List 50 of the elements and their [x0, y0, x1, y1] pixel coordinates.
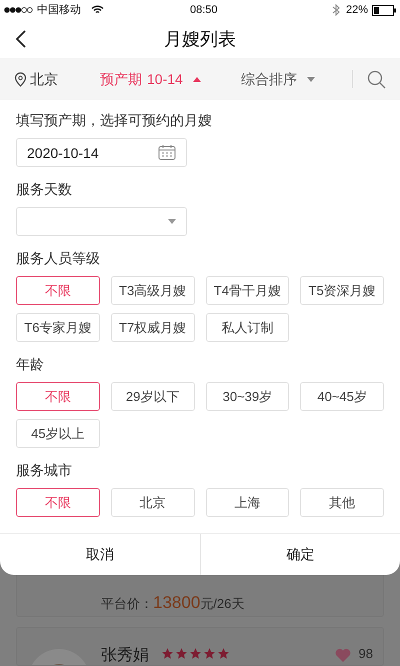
filter-chip[interactable]: T4骨干月嫂 [206, 276, 290, 305]
location-pin-icon [14, 72, 27, 86]
signal-icon [4, 7, 33, 13]
filter-chip[interactable]: 私人订制 [206, 313, 290, 342]
like-count: 98 [358, 644, 373, 662]
platform-price: 平台价：13800元/26天 [101, 592, 244, 614]
due-date-filter[interactable]: 预产期 10-14 [100, 68, 183, 90]
caret-down-icon [168, 219, 176, 224]
filter-chip[interactable]: T6专家月嫂 [16, 313, 100, 342]
page-title: 月嫂列表 [164, 28, 236, 50]
filter-chip[interactable]: T5资深月嫂 [300, 276, 384, 305]
filter-chip[interactable]: 不限 [16, 276, 100, 305]
filter-chip[interactable]: T7权威月嫂 [110, 313, 194, 342]
carrier-name: 中国移动 [37, 2, 81, 18]
search-icon[interactable] [367, 70, 386, 88]
filter-chip[interactable]: 北京 [110, 488, 194, 517]
section-label: 服务天数 [16, 180, 73, 199]
star-icon [203, 646, 216, 660]
bluetooth-icon [332, 4, 340, 16]
filter-chip[interactable]: 上海 [206, 488, 290, 517]
filter-chip[interactable]: T3高级月嫂 [110, 276, 194, 305]
clock-time: 08:50 [190, 2, 218, 18]
calendar-icon [158, 144, 176, 161]
battery-percent: 22% [346, 2, 368, 18]
section-label: 填写预产期，选择可预约的月嫂 [16, 111, 213, 130]
filter-chip[interactable]: 45岁以上 [16, 419, 100, 448]
star-icon [161, 646, 174, 660]
caregiver-name: 张秀娟 [101, 646, 149, 666]
filter-chip[interactable]: 40~45岁 [300, 382, 384, 411]
location-filter[interactable]: 北京 [30, 68, 58, 90]
caret-down-icon [306, 76, 315, 82]
battery-icon [372, 4, 396, 16]
date-field[interactable]: 2020-10-14 [16, 138, 187, 167]
star-icon [217, 646, 230, 660]
section-label: 服务城市 [16, 461, 73, 480]
filter-chip[interactable]: 其他 [300, 488, 384, 517]
caret-up-icon [192, 76, 201, 82]
filter-chip[interactable]: 30~39岁 [206, 382, 290, 411]
section-label: 服务人员等级 [16, 249, 101, 268]
filter-chip[interactable]: 不限 [16, 488, 100, 517]
heart-icon [334, 648, 351, 662]
filter-chip[interactable]: 不限 [16, 382, 100, 411]
confirm-button[interactable]: 确定 [200, 534, 400, 575]
sort-dropdown[interactable]: 综合排序 [240, 68, 297, 90]
star-icon [175, 646, 188, 660]
filter-chip[interactable]: 29岁以下 [110, 382, 194, 411]
star-icon [189, 646, 202, 660]
section-label: 年龄 [16, 355, 45, 374]
back-icon[interactable] [15, 29, 27, 49]
wifi-icon [91, 5, 104, 15]
